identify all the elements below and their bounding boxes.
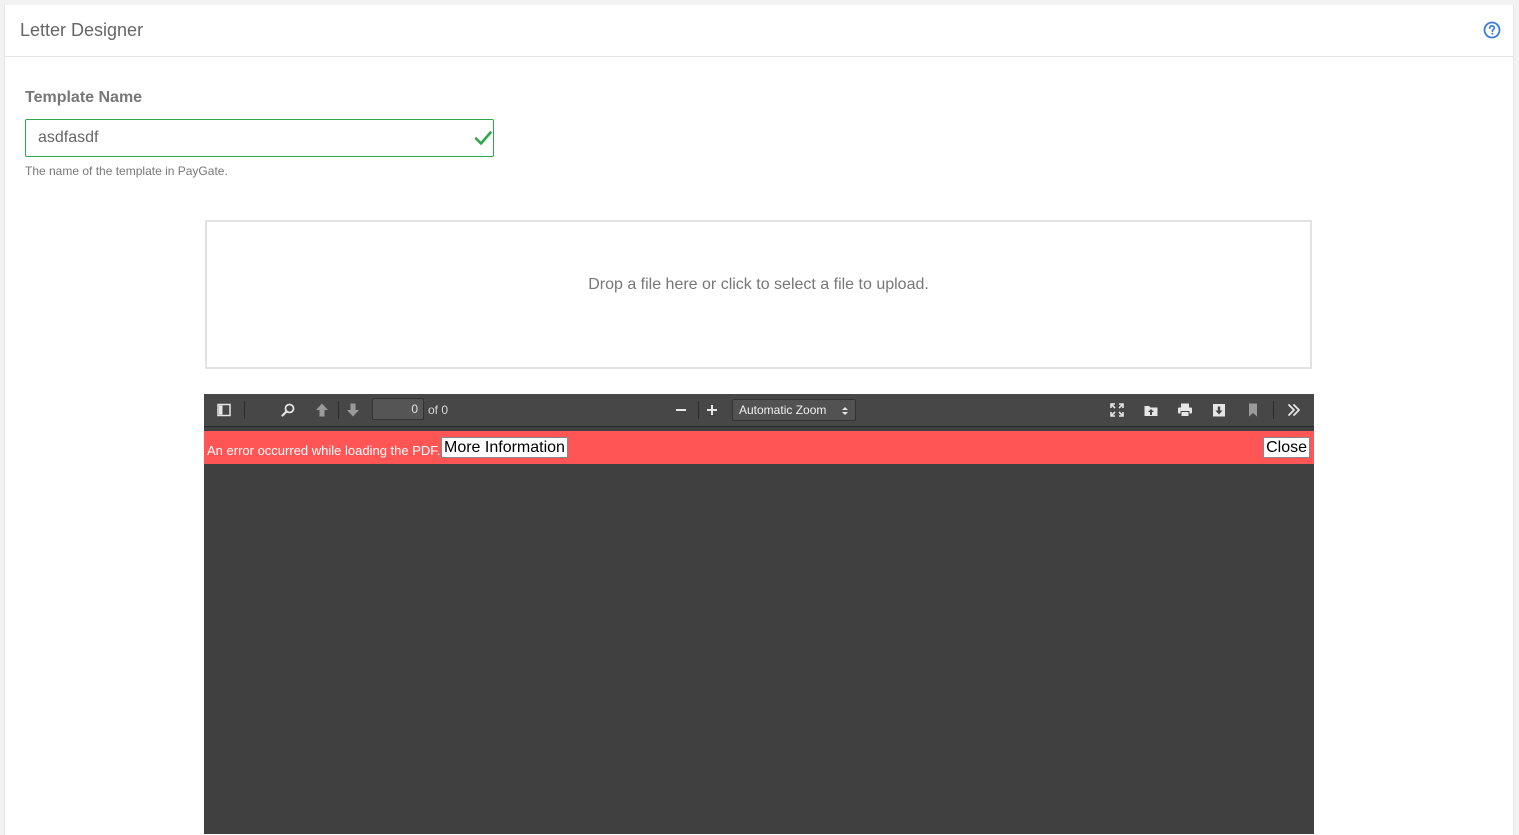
dropzone-text: Drop a file here or click to select a fi…: [588, 275, 929, 293]
error-bar: An error occurred while loading the PDF.…: [204, 431, 1314, 464]
zoom-select-value: Automatic Zoom: [739, 403, 827, 417]
search-icon[interactable]: [277, 399, 299, 421]
sidebar-toggle-icon[interactable]: [213, 399, 235, 421]
error-message: An error occurred while loading the PDF.: [207, 443, 441, 458]
download-icon[interactable]: [1208, 399, 1230, 421]
page-number-input[interactable]: [372, 398, 424, 420]
print-icon[interactable]: [1174, 399, 1196, 421]
template-name-input[interactable]: [25, 119, 494, 157]
close-button[interactable]: Close: [1263, 437, 1310, 458]
template-name-help-text: The name of the template in PayGate.: [25, 164, 228, 178]
template-name-label: Template Name: [25, 89, 143, 106]
file-dropzone[interactable]: Drop a file here or click to select a fi…: [205, 220, 1312, 369]
previous-page-icon[interactable]: [311, 399, 333, 421]
zoom-in-icon[interactable]: [701, 399, 723, 421]
letter-designer-card: Letter Designer Template Name The name o…: [4, 5, 1514, 835]
pdf-canvas-area: [204, 464, 1314, 834]
tools-icon[interactable]: [1283, 399, 1305, 421]
pdf-viewer: of 0 Automatic Zoom: [204, 394, 1314, 834]
zoom-select[interactable]: Automatic Zoom: [732, 399, 856, 421]
page-title: Letter Designer: [20, 20, 144, 40]
pdf-toolbar: of 0 Automatic Zoom: [204, 394, 1314, 426]
bookmark-icon[interactable]: [1242, 399, 1264, 421]
next-page-icon[interactable]: [342, 399, 364, 421]
checkmark-icon: [474, 131, 492, 145]
more-information-button[interactable]: More Information: [441, 437, 568, 458]
page-count-text: of 0: [428, 403, 449, 417]
open-file-icon[interactable]: [1140, 399, 1162, 421]
question-circle-icon[interactable]: [1483, 21, 1501, 39]
zoom-out-icon[interactable]: [670, 399, 692, 421]
card-header: Letter Designer: [5, 5, 1513, 57]
presentation-mode-icon[interactable]: [1106, 399, 1128, 421]
chevron-up-down-icon: [842, 407, 848, 415]
